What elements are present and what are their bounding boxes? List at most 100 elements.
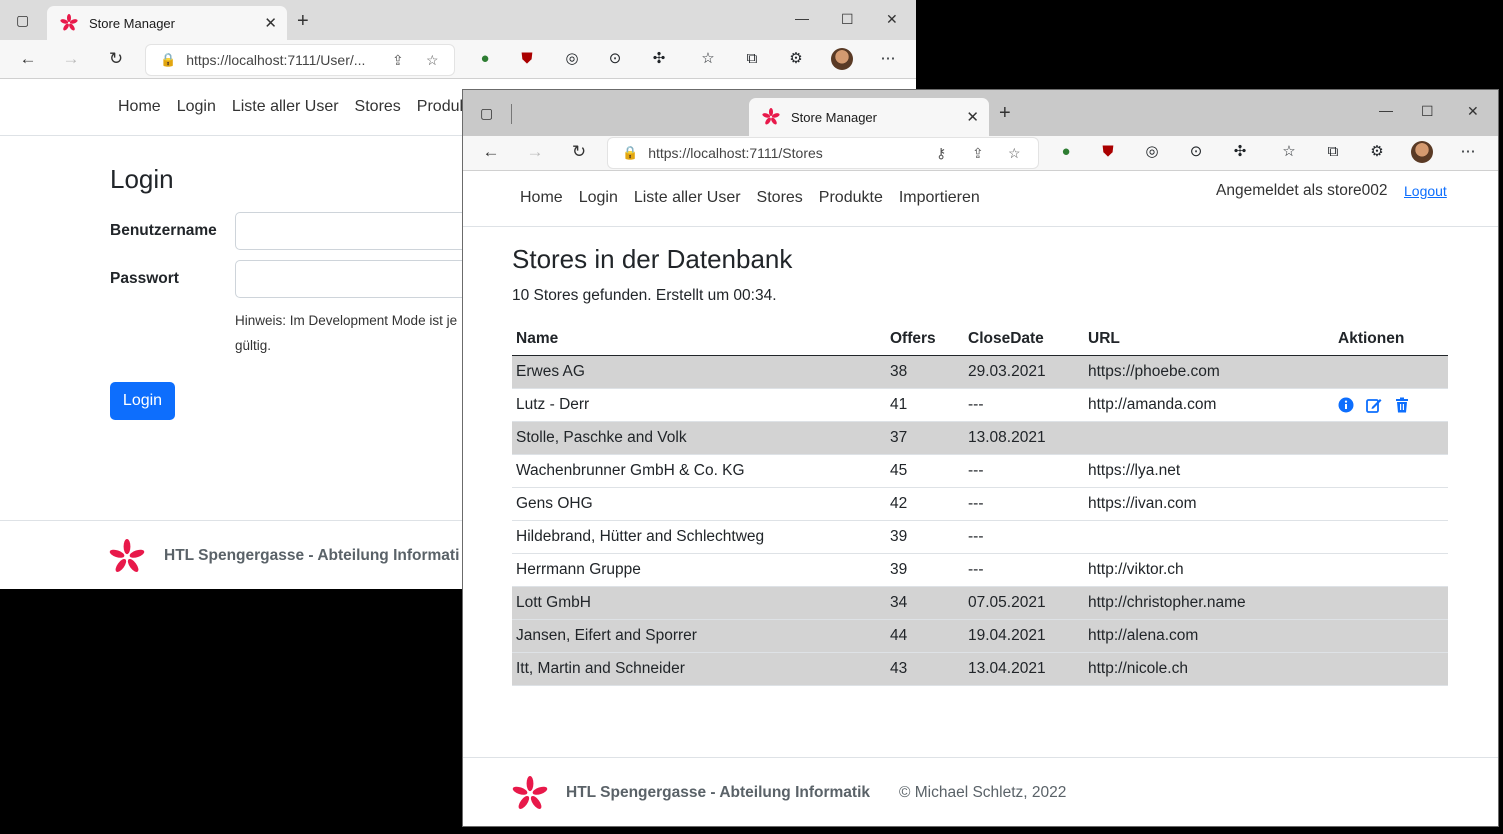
extension-globe-icon[interactable]: ●	[1054, 142, 1078, 162]
nav-import[interactable]: Importieren	[899, 189, 980, 207]
nav-stores[interactable]: Stores	[757, 189, 803, 207]
edit-icon[interactable]	[1366, 397, 1382, 413]
close-tab-icon[interactable]: ✕	[966, 108, 979, 126]
performance-icon[interactable]: ⚙	[1365, 142, 1389, 162]
extension-globe-icon[interactable]: ●	[473, 49, 497, 69]
cell-offers: 39	[886, 520, 964, 554]
footer-org: HTL Spengergasse - Abteilung Informatik	[566, 784, 871, 801]
nav-home[interactable]: Home	[520, 189, 563, 207]
cell-closedate: ---	[964, 520, 1084, 554]
cell-offers: 41	[886, 388, 964, 422]
col-header-closedate: CloseDate	[964, 323, 1084, 356]
nav-home[interactable]: Home	[118, 98, 161, 116]
favorite-add-icon[interactable]: ☆	[426, 52, 439, 69]
logout-link[interactable]: Logout	[1404, 183, 1447, 199]
store-logo-icon	[60, 14, 78, 31]
store-logo-icon	[762, 108, 780, 125]
cell-url: http://nicole.ch	[1084, 652, 1334, 686]
col-header-url: URL	[1084, 323, 1334, 356]
new-tab-icon[interactable]: +	[999, 102, 1011, 125]
cell-offers: 39	[886, 553, 964, 587]
cell-closedate: 07.05.2021	[964, 586, 1084, 620]
profile-avatar[interactable]	[831, 48, 853, 70]
nav-stores[interactable]: Stores	[355, 98, 401, 116]
address-bar[interactable]: 🔒 https://localhost:7111/Stores ⚷ ⇪ ☆	[607, 137, 1039, 169]
hint-text-line2: gültig.	[235, 338, 272, 353]
favorites-icon[interactable]: ☆	[1277, 142, 1301, 162]
collections-icon[interactable]: ⧉	[1321, 142, 1345, 162]
col-header-actions: Aktionen	[1334, 323, 1448, 356]
new-tab-icon[interactable]: +	[297, 10, 309, 33]
key-icon[interactable]: ⚷	[936, 145, 946, 162]
username-input[interactable]	[235, 212, 477, 250]
login-heading: Login	[110, 164, 174, 194]
close-window-icon[interactable]: ✕	[1467, 103, 1479, 120]
table-row: Stolle, Paschke and Volk 37 13.08.2021	[512, 421, 1448, 455]
extensions-icon[interactable]: ✣	[647, 49, 671, 69]
table-row: Itt, Martin and Schneider 43 13.04.2021 htt…	[512, 652, 1448, 686]
profile-avatar[interactable]	[1411, 141, 1433, 163]
table-row: Jansen, Eifert and Sporrer 44 19.04.2021 ht…	[512, 619, 1448, 653]
close-tab-icon[interactable]: ✕	[264, 14, 277, 32]
extension-icon[interactable]: ◎	[1140, 142, 1164, 162]
back-icon[interactable]: ←	[16, 49, 40, 69]
login-button[interactable]: Login	[110, 382, 175, 420]
cell-offers: 45	[886, 454, 964, 488]
more-menu-icon[interactable]: ⋯	[876, 49, 900, 69]
cell-closedate: ---	[964, 487, 1084, 521]
forward-icon[interactable]: →	[59, 49, 83, 69]
tab-store-manager[interactable]: Store Manager ✕	[749, 98, 989, 136]
extension-icon[interactable]: ◎	[560, 49, 584, 69]
tab-actions-icon[interactable]: ▢	[16, 12, 29, 29]
footer-copyright: © Michael Schletz, 2022	[899, 784, 1067, 801]
cell-name: Gens OHG	[512, 487, 886, 521]
more-menu-icon[interactable]: ⋯	[1456, 142, 1480, 162]
info-icon[interactable]	[1338, 397, 1354, 413]
col-header-name: Name	[512, 323, 886, 356]
tab-actions-icon[interactable]: ▢	[480, 105, 493, 122]
maximize-icon[interactable]: ☐	[1421, 103, 1434, 120]
front-browser-window: ▢ Store Manager ✕ + — ☐ ✕ ← → ↻ 🔒 https:…	[462, 89, 1499, 827]
reload-icon[interactable]: ↻	[567, 142, 591, 162]
share-icon[interactable]: ⇪	[972, 145, 984, 162]
minimize-icon[interactable]: —	[795, 10, 809, 26]
browser-toolbar: ← → ↻ 🔒 https://localhost:7111/Stores ⚷ …	[463, 136, 1498, 171]
school-logo-icon	[512, 775, 548, 809]
collections-icon[interactable]: ⧉	[740, 49, 764, 69]
tab-store-manager[interactable]: Store Manager ✕	[47, 6, 287, 40]
extensions-icon[interactable]: ✣	[1228, 142, 1252, 162]
minimize-icon[interactable]: —	[1379, 102, 1393, 118]
cell-actions	[1334, 520, 1448, 554]
extension-mouse-icon[interactable]: ⊙	[603, 49, 627, 69]
nav-login[interactable]: Login	[579, 189, 618, 207]
reload-icon[interactable]: ↻	[104, 49, 128, 69]
cell-actions	[1334, 454, 1448, 488]
ublock-icon[interactable]: ⛊	[515, 49, 539, 69]
password-input[interactable]	[235, 260, 477, 298]
nav-products[interactable]: Produkte	[819, 189, 883, 207]
url-text: https://localhost:7111/User/...	[186, 52, 366, 68]
favorite-add-icon[interactable]: ☆	[1008, 145, 1021, 162]
cell-url	[1084, 421, 1334, 455]
nav-users[interactable]: Liste aller User	[634, 189, 741, 207]
address-bar[interactable]: 🔒 https://localhost:7111/User/... ⇪ ☆	[145, 44, 455, 76]
cell-url: https://phoebe.com	[1084, 355, 1334, 389]
cell-closedate: 19.04.2021	[964, 619, 1084, 653]
extension-mouse-icon[interactable]: ⊙	[1184, 142, 1208, 162]
close-window-icon[interactable]: ✕	[886, 11, 898, 28]
share-icon[interactable]: ⇪	[392, 52, 404, 69]
back-icon[interactable]: ←	[479, 142, 503, 162]
favorites-icon[interactable]: ☆	[696, 49, 720, 69]
ublock-icon[interactable]: ⛊	[1096, 142, 1120, 162]
maximize-icon[interactable]: ☐	[841, 11, 854, 28]
nav-users[interactable]: Liste aller User	[232, 98, 339, 116]
tab-title: Store Manager	[791, 109, 877, 125]
tab-separator	[511, 104, 512, 124]
cell-offers: 42	[886, 487, 964, 521]
delete-icon[interactable]	[1394, 397, 1410, 413]
nav-login[interactable]: Login	[177, 98, 216, 116]
performance-icon[interactable]: ⚙	[784, 49, 808, 69]
cell-actions	[1334, 355, 1448, 389]
table-header-row: Name Offers CloseDate URL Aktionen	[512, 323, 1448, 356]
forward-icon[interactable]: →	[523, 142, 547, 162]
